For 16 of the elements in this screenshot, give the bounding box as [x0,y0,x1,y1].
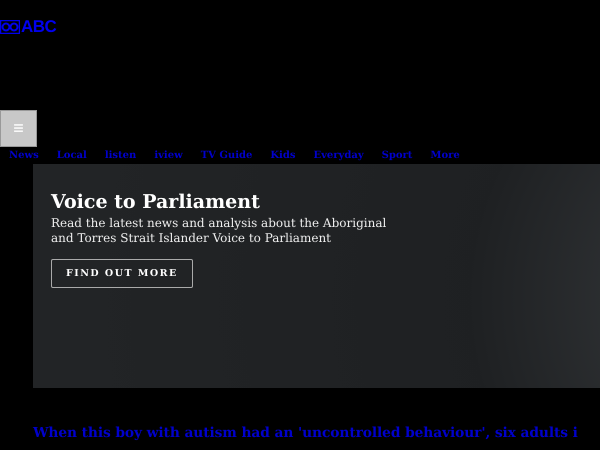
nav-link[interactable]: iview [154,149,183,163]
nav-link[interactable]: More [430,149,460,163]
nav-link[interactable]: Local [56,149,87,163]
nav-link[interactable]: listen [104,149,136,163]
nav-link[interactable]: Kids [270,149,296,163]
nav-link[interactable]: News [9,149,39,163]
hero-title: Voice to Parliament [51,190,261,214]
nav-link[interactable]: Sport [382,149,412,163]
nav-link[interactable]: Everyday [313,149,364,163]
nav-link[interactable]: TV Guide [200,149,252,163]
hero-description: Read the latest news and analysis about the Aboriginal and Torres Strait Islander Voice to Parliament [51,216,388,246]
menu-button[interactable]: ≡ [0,110,37,147]
logo-icon[interactable] [0,20,20,34]
find-out-more-button[interactable]: FIND OUT MORE [51,259,193,288]
logo-text[interactable]: ABC [21,19,56,35]
headline-link[interactable]: When this boy with autism had an 'uncontrolled behaviour', six adults i [33,424,578,442]
